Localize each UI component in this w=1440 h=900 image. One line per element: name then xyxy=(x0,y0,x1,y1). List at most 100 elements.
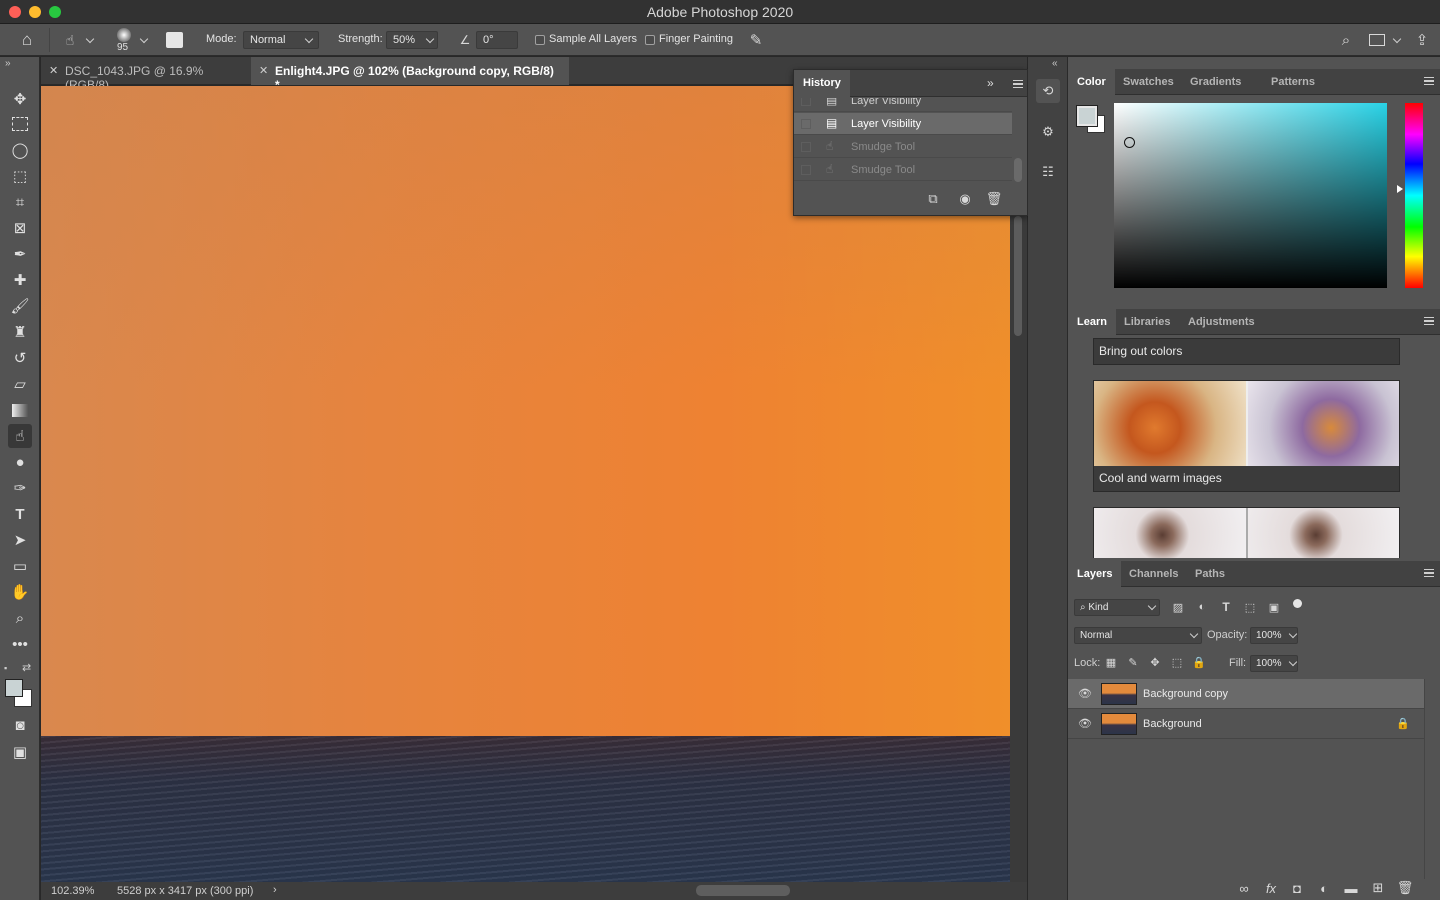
tab-gradients[interactable]: Gradients xyxy=(1181,69,1250,95)
history-item-selected[interactable]: ▤ Layer Visibility xyxy=(794,113,1012,135)
quick-mask-icon[interactable]: ◙ xyxy=(8,713,32,737)
history-snapshot-checkbox[interactable] xyxy=(801,165,811,175)
workspace-icon[interactable] xyxy=(1369,34,1385,46)
learn-panel-icon[interactable]: ☷ xyxy=(1036,160,1060,184)
finger-painting-checkbox[interactable] xyxy=(645,35,655,45)
adjustment-layer-icon[interactable]: ◐ xyxy=(1315,879,1333,897)
angle-input[interactable]: 0° xyxy=(476,31,518,49)
visibility-eye-icon[interactable]: 👁 xyxy=(1078,717,1092,730)
eraser-tool-icon[interactable]: ▱ xyxy=(8,372,32,396)
new-group-folder-icon[interactable]: ▬ xyxy=(1342,879,1360,897)
history-snapshot-checkbox[interactable] xyxy=(801,119,811,129)
lock-icon[interactable]: 🔒 xyxy=(1396,717,1410,730)
visibility-eye-icon[interactable]: 👁 xyxy=(1078,687,1092,700)
new-layer-icon[interactable]: ⊞ xyxy=(1369,879,1387,897)
panel-menu-icon[interactable] xyxy=(1424,569,1434,577)
close-tab-icon[interactable]: ✕ xyxy=(49,64,58,77)
lock-pixels-icon[interactable]: ✎ xyxy=(1126,655,1140,669)
lock-artboard-icon[interactable]: ⬚ xyxy=(1170,655,1184,669)
blend-mode-select[interactable]: Normal xyxy=(1074,627,1202,644)
layer-name[interactable]: Background xyxy=(1143,718,1202,730)
path-selection-tool-icon[interactable]: ➤ xyxy=(8,528,32,552)
new-document-from-state-icon[interactable]: ⧉ xyxy=(924,190,942,208)
color-picker-ring[interactable] xyxy=(1124,137,1135,148)
more-tools-icon[interactable]: ••• xyxy=(8,632,32,656)
gradient-tool-icon[interactable] xyxy=(8,398,32,422)
trash-icon[interactable]: 🗑 xyxy=(985,190,1003,208)
pressure-icon[interactable]: ✎ xyxy=(746,30,766,50)
eyedropper-tool-icon[interactable]: ✒ xyxy=(8,242,32,266)
tab-learn[interactable]: Learn xyxy=(1068,309,1116,335)
history-item[interactable]: ☝ Smudge Tool xyxy=(794,136,1012,158)
tab-channels[interactable]: Channels xyxy=(1120,561,1188,587)
filter-shape-icon[interactable]: ⬚ xyxy=(1242,599,1258,615)
expand-dock-icon[interactable]: « xyxy=(1052,58,1058,69)
learn-card[interactable]: Cool and warm images xyxy=(1093,380,1400,492)
chevron-down-icon[interactable] xyxy=(85,34,95,44)
horizontal-scroll-thumb[interactable] xyxy=(696,885,790,896)
filter-pixel-icon[interactable]: ▨ xyxy=(1170,599,1186,615)
move-tool-icon[interactable]: ✥ xyxy=(8,87,32,111)
learn-card[interactable]: Bring out colors xyxy=(1093,338,1400,365)
hand-tool-icon[interactable]: ✋ xyxy=(8,580,32,604)
hue-slider[interactable] xyxy=(1405,103,1423,288)
panel-menu-icon[interactable] xyxy=(1424,317,1434,325)
collapse-tools-icon[interactable]: » xyxy=(5,58,11,69)
filter-type-icon[interactable]: T xyxy=(1218,599,1234,615)
marquee-tool-icon[interactable] xyxy=(8,112,32,136)
clone-stamp-tool-icon[interactable]: ♜ xyxy=(8,320,32,344)
properties-panel-icon[interactable]: ⚙ xyxy=(1036,120,1060,144)
brush-tool-icon[interactable]: 🖌 xyxy=(8,294,32,318)
search-icon[interactable]: ⌕ xyxy=(1336,30,1356,50)
color-field[interactable] xyxy=(1114,103,1387,288)
history-panel-icon[interactable]: ⟲ xyxy=(1036,79,1060,103)
add-mask-icon[interactable]: ◘ xyxy=(1288,879,1306,897)
history-tab[interactable]: History xyxy=(794,70,850,97)
lasso-tool-icon[interactable]: ◯ xyxy=(8,138,32,162)
panel-menu-icon[interactable] xyxy=(1013,80,1023,88)
learn-card[interactable] xyxy=(1093,507,1400,558)
scroll-thumb[interactable] xyxy=(1014,216,1022,336)
filter-smart-object-icon[interactable]: ▣ xyxy=(1266,599,1282,615)
zoom-level[interactable]: 102.39% xyxy=(51,885,94,897)
history-brush-tool-icon[interactable]: ↺ xyxy=(8,346,32,370)
pen-tool-icon[interactable]: ✑ xyxy=(8,476,32,500)
tab-swatches[interactable]: Swatches xyxy=(1114,69,1183,95)
collapse-panel-icon[interactable]: » xyxy=(987,76,994,90)
share-icon[interactable]: ⇪ xyxy=(1412,30,1432,50)
zoom-tool-icon[interactable]: ⌕ xyxy=(8,606,32,630)
rectangle-tool-icon[interactable]: ▭ xyxy=(8,554,32,578)
document-tab-active[interactable]: ✕ Enlight4.JPG @ 102% (Background copy, … xyxy=(251,57,569,92)
history-item[interactable]: ☝ Smudge Tool xyxy=(794,159,1012,181)
swap-colors-icon[interactable]: ⇄ xyxy=(22,661,31,674)
healing-brush-tool-icon[interactable]: ✚ xyxy=(8,268,32,292)
layer-row-selected[interactable]: 👁 Background copy xyxy=(1068,679,1424,709)
screen-mode-icon[interactable]: ▣ xyxy=(8,740,32,764)
object-selection-tool-icon[interactable]: ⬚ xyxy=(8,164,32,188)
tab-color[interactable]: Color xyxy=(1068,69,1115,95)
dodge-tool-icon[interactable]: ● xyxy=(8,450,32,474)
tab-layers[interactable]: Layers xyxy=(1068,561,1122,587)
smudge-tool-icon[interactable]: ☝ xyxy=(8,424,32,448)
layer-row[interactable]: 👁 Background 🔒 xyxy=(1068,709,1424,739)
lock-all-icon[interactable]: 🔒 xyxy=(1192,655,1206,669)
workspace-chevron-icon[interactable] xyxy=(1392,34,1402,44)
filter-toggle-icon[interactable] xyxy=(1293,599,1302,608)
trash-icon[interactable]: 🗑 xyxy=(1396,879,1414,897)
layer-name[interactable]: Background copy xyxy=(1143,688,1228,700)
brush-settings-panel-icon[interactable] xyxy=(166,32,183,48)
layer-kind-filter[interactable]: ⌕ Kind xyxy=(1074,599,1160,616)
document-tab[interactable]: ✕ DSC_1043.JPG @ 16.9% (RGB/8) xyxy=(41,57,257,92)
default-colors-icon[interactable]: ▪ xyxy=(4,663,7,673)
foreground-color-chip[interactable] xyxy=(1076,105,1098,127)
tab-adjustments[interactable]: Adjustments xyxy=(1179,309,1264,335)
history-snapshot-checkbox[interactable] xyxy=(801,142,811,152)
history-scroll-thumb[interactable] xyxy=(1014,158,1022,182)
home-icon[interactable]: ⌂ xyxy=(16,30,38,50)
smudge-tool-preset-icon[interactable]: ☝ xyxy=(60,30,80,50)
frame-tool-icon[interactable]: ⊠ xyxy=(8,216,32,240)
panel-menu-icon[interactable] xyxy=(1424,77,1434,85)
type-tool-icon[interactable]: T xyxy=(8,502,32,526)
status-menu-chevron-icon[interactable]: › xyxy=(273,884,277,896)
link-layers-icon[interactable]: ∞ xyxy=(1235,879,1253,897)
